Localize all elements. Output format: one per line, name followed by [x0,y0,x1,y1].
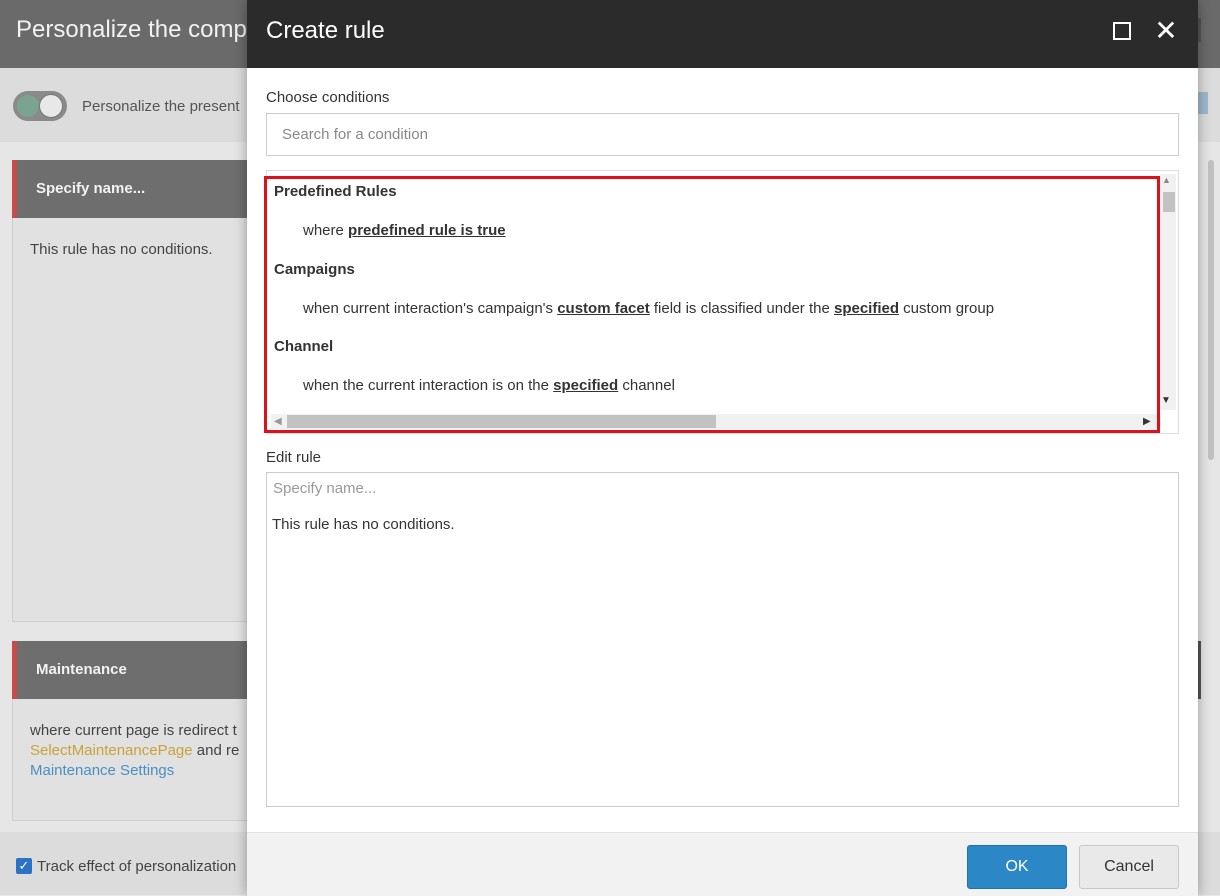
dialog-header [247,0,1198,68]
rule-panel-maintenance-line1: where current page is redirect t [30,722,237,739]
edit-rule-label: Edit rule [266,449,322,466]
predefined-rule-link[interactable]: predefined rule is true [348,222,506,239]
maximize-icon[interactable] [1111,20,1133,42]
background-title: Personalize the compo [16,16,261,43]
condition-group-campaigns: Campaigns [274,261,355,278]
maintenance-page-link[interactable]: SelectMaintenancePage [30,742,193,759]
vertical-scroll-thumb[interactable] [1163,192,1175,212]
scroll-down-icon[interactable]: ▼ [1161,395,1171,406]
condition-campaign-facet[interactable]: when current interaction's campaign's cu… [303,300,994,317]
track-personalization-checkbox[interactable]: ✓ [16,858,32,874]
close-icon[interactable]: ✕ [1154,17,1178,45]
track-personalization-label: Track effect of personalization [37,858,237,875]
scroll-up-icon[interactable]: ▲ [1162,175,1171,185]
condition-channel[interactable]: when the current interaction is on the s… [303,377,675,394]
choose-conditions-label: Choose conditions [266,89,390,106]
rule-panel-default-header[interactable]: Specify name... [12,160,252,218]
horizontal-scroll-thumb[interactable] [287,415,716,428]
rule-panel-maintenance-header[interactable]: Maintenance [12,641,252,699]
personalize-toggle-label: Personalize the present [82,98,240,115]
edit-rule-text: This rule has no conditions. [272,516,455,533]
specified-link[interactable]: specified [834,300,899,317]
ok-button[interactable]: OK [967,845,1067,889]
background-badge [1198,92,1208,114]
background-scrollbar[interactable] [1208,160,1214,460]
specified-channel-link[interactable]: specified [553,377,618,394]
rule-panel-default-text: This rule has no conditions. [30,241,213,258]
condition-group-predefined: Predefined Rules [274,183,397,200]
rule-panel-default [12,160,252,622]
scroll-left-icon[interactable]: ◀ [274,416,282,427]
cancel-button[interactable]: Cancel [1079,845,1179,889]
scroll-right-icon[interactable]: ▶ [1143,416,1151,427]
rule-name-input[interactable] [273,480,1153,497]
condition-group-channel: Channel [274,338,334,355]
rule-panel-maintenance-line2: SelectMaintenancePage and re [30,742,240,759]
personalize-toggle[interactable] [13,91,67,121]
create-rule-dialog: Create rule ✕ Choose conditions Predefin… [247,0,1198,896]
condition-predefined-rule[interactable]: where predefined rule is true [303,222,506,239]
dialog-title: Create rule [266,17,385,44]
condition-search-input[interactable] [266,113,1179,156]
maintenance-settings-link[interactable]: Maintenance Settings [30,762,174,779]
custom-facet-link[interactable]: custom facet [557,300,650,317]
